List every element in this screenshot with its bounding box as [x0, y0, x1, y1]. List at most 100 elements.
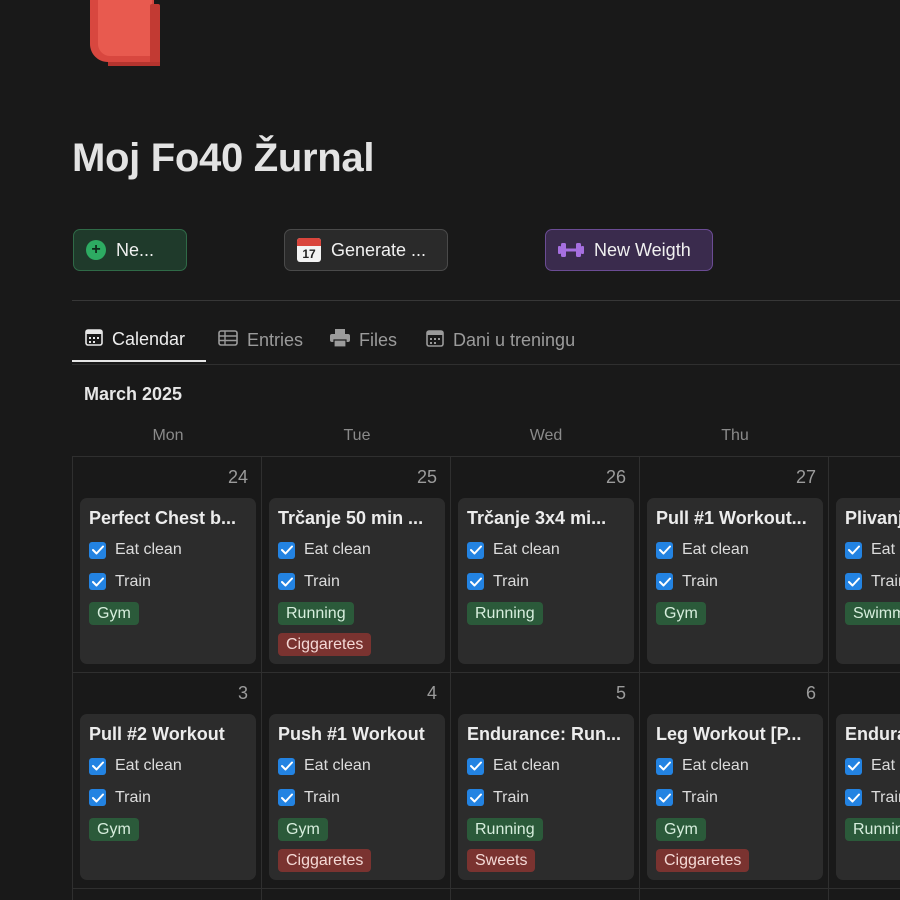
checkbox-label: Train — [871, 572, 900, 590]
train-checkbox[interactable] — [278, 573, 295, 590]
entry-card[interactable]: Pull #2 Workout Eat clean Train Gym — [80, 714, 256, 880]
red-book-icon[interactable] — [86, 0, 162, 66]
eat-clean-checkbox-row: Eat clean — [467, 539, 625, 561]
tag-list: Gym — [89, 818, 247, 849]
tag-list: Running — [845, 818, 900, 849]
eat-clean-checkbox[interactable] — [278, 757, 295, 775]
tag: Running — [278, 602, 354, 625]
calendar-emoji-icon: 17 — [297, 238, 321, 262]
train-checkbox[interactable] — [845, 573, 862, 590]
eat-clean-checkbox-row: Eat clean — [656, 755, 814, 777]
entry-card[interactable]: Push #1 Workout Eat clean Train Gym Ciggaret… — [269, 714, 445, 880]
checkbox-label: Eat clean — [115, 757, 182, 774]
train-checkbox[interactable] — [467, 573, 484, 590]
tag: Sweets — [467, 849, 536, 872]
grid-line — [72, 888, 900, 889]
tab-calendar[interactable]: Calendar — [72, 318, 206, 362]
eat-clean-checkbox[interactable] — [845, 757, 862, 775]
eat-clean-checkbox[interactable] — [656, 541, 673, 559]
entry-card[interactable]: Trčanje 50 min ... Eat clean Train Running C… — [269, 498, 445, 664]
tag: Gym — [89, 602, 139, 625]
eat-clean-checkbox[interactable] — [467, 757, 484, 775]
day-number: 5 — [615, 683, 626, 703]
entry-card[interactable]: Perfect Chest b... Eat clean Train Gym — [80, 498, 256, 664]
entry-title: Trčanje 50 min ... — [278, 508, 424, 528]
grid-line — [72, 456, 73, 900]
weekday-header: Mon — [152, 427, 184, 444]
tag: Swimming — [845, 602, 900, 625]
tag-list: Gym — [89, 602, 247, 633]
grid-line — [639, 456, 640, 900]
eat-clean-checkbox[interactable] — [467, 541, 484, 559]
tag: Ciggaretes — [278, 633, 372, 656]
generate-button[interactable]: 17 Generate ... — [284, 229, 448, 271]
tag-list: Running — [467, 602, 625, 633]
weekday-header: Thu — [721, 427, 749, 444]
new-weight-button[interactable]: New Weigth — [545, 229, 713, 271]
page-title[interactable]: Moj Fo40 Žurnal — [72, 136, 374, 181]
entry-card[interactable]: Trčanje 3x4 mi... Eat clean Train Running — [458, 498, 634, 664]
tab-dani-u-treningu[interactable]: Dani u treningu — [414, 318, 587, 362]
checkbox-label: Train — [304, 788, 340, 806]
train-checkbox-row: Train — [278, 787, 436, 809]
weekday-header: Wed — [529, 427, 563, 444]
grid-line — [72, 672, 900, 673]
day-number: 3 — [237, 683, 248, 703]
eat-clean-checkbox[interactable] — [656, 757, 673, 775]
train-checkbox-row: Train — [89, 571, 247, 593]
train-checkbox[interactable] — [656, 789, 673, 806]
plus-circle-icon: + — [86, 240, 106, 260]
grid-line — [450, 456, 451, 900]
tab-files[interactable]: Files — [318, 318, 414, 362]
entry-card[interactable]: Plivanje Eat clean Train Swimming — [836, 498, 900, 664]
entry-card[interactable]: Leg Workout [P... Eat clean Train Gym Ciggar… — [647, 714, 823, 880]
new-entry-button[interactable]: + Ne... — [73, 229, 187, 271]
entry-card[interactable]: Endurance: Run... Eat clean Train Running Sw… — [458, 714, 634, 880]
day-number: 4 — [426, 683, 437, 703]
eat-clean-checkbox-row: Eat clean — [278, 539, 436, 561]
train-checkbox[interactable] — [845, 789, 862, 806]
checkbox-label: Eat clean — [871, 541, 900, 558]
eat-clean-checkbox-row: Eat clean — [278, 755, 436, 777]
entry-title: Perfect Chest b... — [89, 508, 237, 528]
train-checkbox-row: Train — [467, 787, 625, 809]
train-checkbox[interactable] — [656, 573, 673, 590]
day-number: 27 — [795, 467, 816, 487]
tab-entries[interactable]: Entries — [206, 318, 318, 362]
train-checkbox[interactable] — [89, 573, 106, 590]
eat-clean-checkbox[interactable] — [278, 541, 295, 559]
train-checkbox[interactable] — [467, 789, 484, 806]
generate-label: Generate ... — [331, 239, 427, 260]
eat-clean-checkbox-row: Eat clean — [845, 755, 900, 777]
eat-clean-checkbox[interactable] — [845, 541, 862, 559]
checkbox-label: Eat clean — [115, 541, 182, 558]
checkbox-label: Eat clean — [304, 541, 371, 558]
calendar-icon — [426, 329, 444, 352]
eat-clean-checkbox-row: Eat clean — [467, 755, 625, 777]
printer-icon — [330, 328, 350, 352]
train-checkbox-row: Train — [845, 787, 900, 809]
train-checkbox[interactable] — [89, 789, 106, 806]
day-number: 26 — [605, 467, 626, 487]
checkbox-label: Train — [493, 572, 529, 590]
train-checkbox-row: Train — [656, 787, 814, 809]
eat-clean-checkbox[interactable] — [89, 541, 106, 559]
checkbox-label: Eat clean — [682, 541, 749, 558]
eat-clean-checkbox-row: Eat clean — [656, 539, 814, 561]
entry-card[interactable]: Endurance Eat clean Train Running — [836, 714, 900, 880]
day-number: 6 — [805, 683, 816, 703]
eat-clean-checkbox[interactable] — [89, 757, 106, 775]
train-checkbox[interactable] — [278, 789, 295, 806]
tab-label: Calendar — [112, 328, 186, 349]
checkbox-label: Train — [493, 788, 529, 806]
grid-line — [828, 456, 829, 900]
grid-line — [261, 456, 262, 900]
train-checkbox-row: Train — [89, 787, 247, 809]
view-tabs: Calendar Entries Files Dani u treningu — [72, 318, 587, 364]
tab-divider — [72, 364, 900, 365]
tag: Running — [467, 602, 543, 625]
entry-card[interactable]: Pull #1 Workout... Eat clean Train Gym — [647, 498, 823, 664]
tag-list: Gym — [656, 602, 814, 633]
checkbox-label: Train — [115, 788, 151, 806]
checkbox-label: Eat clean — [682, 757, 749, 774]
